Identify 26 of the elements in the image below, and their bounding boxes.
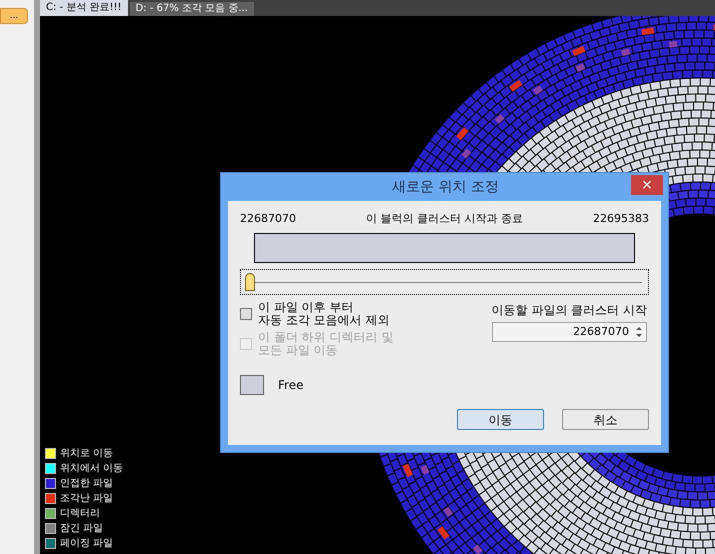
legend-label: 위치로 이동 bbox=[60, 447, 114, 461]
cluster-caption: 이 블럭의 클러스터 시작과 종료 bbox=[366, 210, 523, 227]
legend-label: 인접한 파일 bbox=[60, 477, 114, 491]
legend-label: 조각난 파일 bbox=[60, 492, 114, 506]
tab[interactable]: D: - 67% 조각 모음 중... bbox=[130, 2, 254, 16]
spinner-value: 22687070 bbox=[572, 324, 630, 340]
position-slider[interactable] bbox=[240, 269, 649, 295]
checkbox[interactable] bbox=[240, 308, 252, 320]
free-label: Free bbox=[278, 377, 304, 394]
checkbox-label: 이 파일 이후 부터 자동 조각 모음에서 제외 bbox=[258, 301, 390, 327]
dialog-button[interactable]: 취소 bbox=[562, 409, 649, 430]
slider-thumb[interactable] bbox=[245, 272, 255, 290]
side-button[interactable]: ... bbox=[0, 8, 28, 24]
legend-label: 페이징 파일 bbox=[60, 537, 114, 551]
legend-label: 위치에서 이동 bbox=[60, 462, 124, 476]
dialog-button[interactable]: 이동 bbox=[457, 409, 544, 430]
target-label: 이동할 파일의 클러스터 시작 bbox=[492, 302, 647, 319]
legend-label: 디렉터리 bbox=[60, 507, 100, 521]
legend-label: 잠긴 파일 bbox=[60, 522, 104, 536]
close-button[interactable]: × bbox=[631, 175, 663, 195]
cluster-end: 22695383 bbox=[593, 210, 649, 227]
cluster-spinner[interactable]: 22687070 bbox=[492, 322, 647, 342]
dialog-title: 새로운 위치 조정 bbox=[392, 178, 499, 196]
cluster-start: 22687070 bbox=[240, 210, 296, 227]
tab[interactable]: C: - 분석 완료!!! bbox=[40, 0, 128, 16]
checkbox-label: 이 폴더 하위 디렉터리 및 모든 파일 이동 bbox=[258, 331, 394, 357]
